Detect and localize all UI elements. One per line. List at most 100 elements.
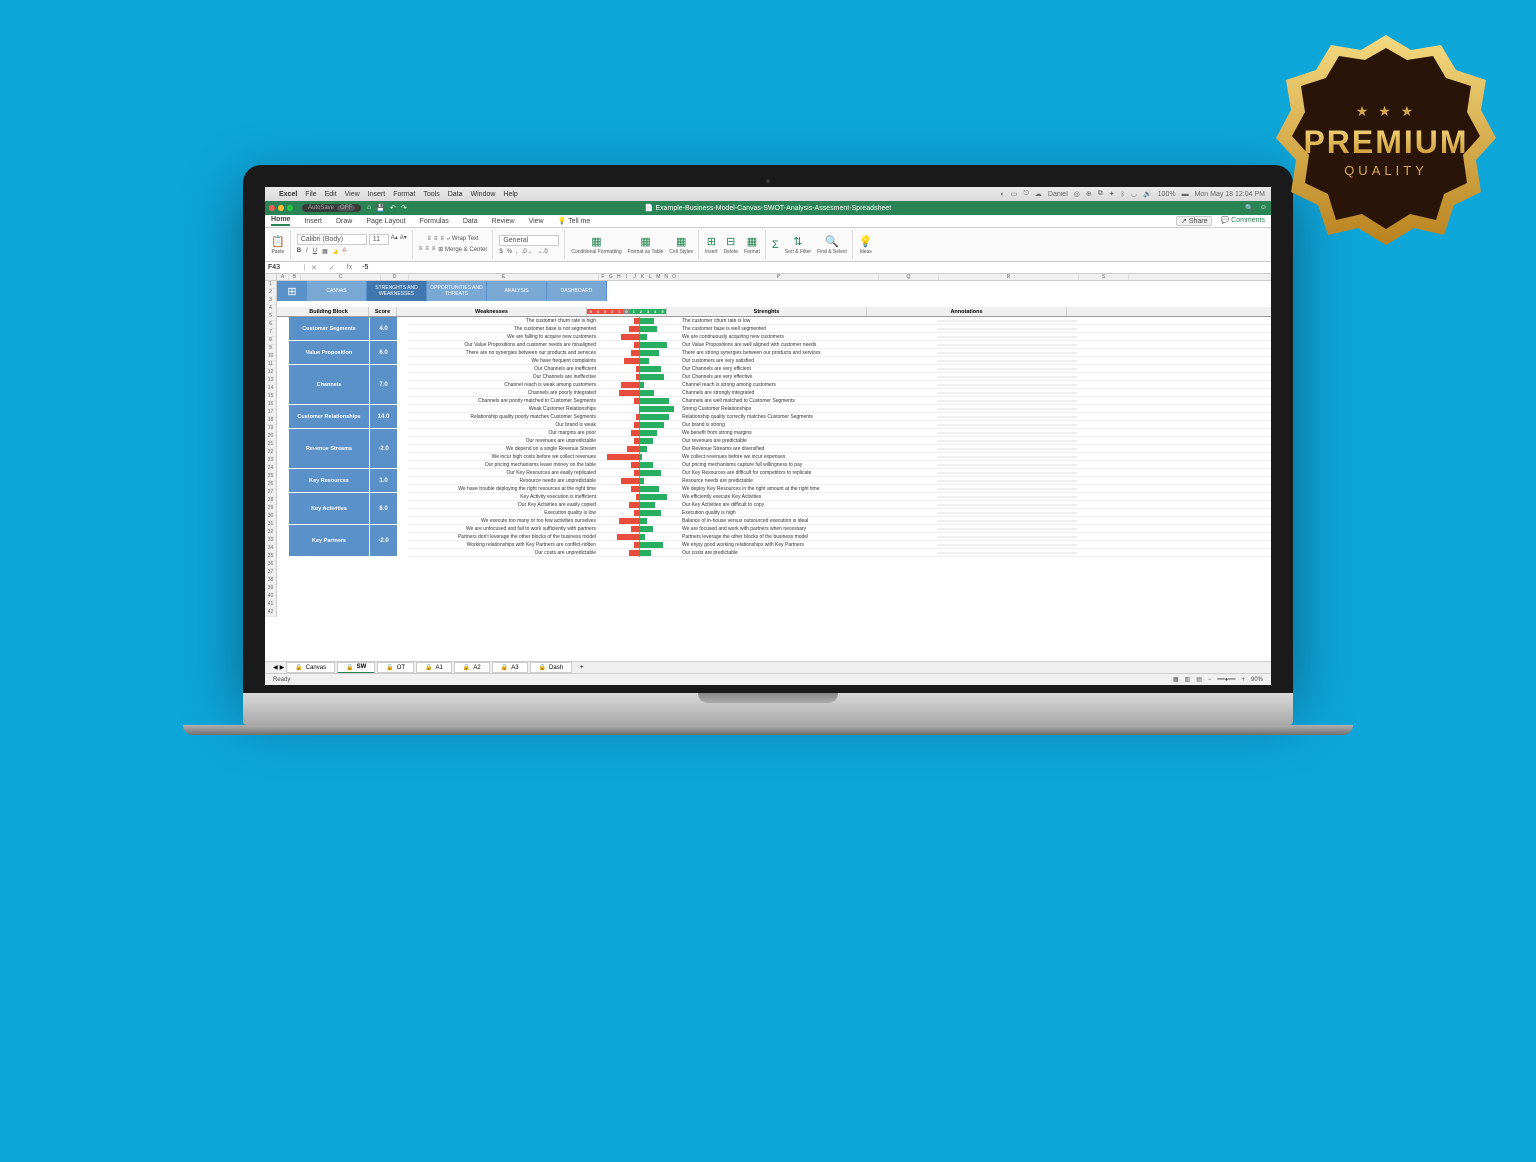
number-format[interactable]: General <box>499 235 559 246</box>
ideas-button[interactable]: 💡Ideas <box>859 235 873 255</box>
share-button[interactable]: ↗ Share <box>1176 216 1213 226</box>
search-icon[interactable]: 🔍 <box>1245 204 1254 212</box>
annotation-cell[interactable] <box>937 504 1077 506</box>
data-row[interactable]: We are falling to acquire new customersW… <box>409 333 1271 341</box>
tab-formulas[interactable]: Formulas <box>420 218 449 225</box>
col-header[interactable]: D <box>381 274 409 280</box>
annotation-cell[interactable] <box>937 528 1077 530</box>
minimize-button[interactable] <box>278 205 284 211</box>
data-row[interactable]: Our Key Activities are easily copiedOur … <box>409 501 1271 509</box>
annotation-cell[interactable] <box>937 384 1077 386</box>
prev-sheet-icon[interactable]: ◀ <box>273 664 278 671</box>
annotation-cell[interactable] <box>937 368 1077 370</box>
cond-format-button[interactable]: ▦Conditional Formatting <box>571 235 621 255</box>
col-header[interactable]: FGHIJKLMNO <box>599 274 679 280</box>
col-header[interactable]: R <box>939 274 1079 280</box>
annotation-cell[interactable] <box>937 416 1077 418</box>
sheet-tab[interactable]: 🔒 Dash <box>530 662 573 673</box>
wrap-text-button[interactable]: ⤶ Wrap Text <box>447 236 479 243</box>
data-row[interactable]: The customer churn rate is highThe custo… <box>409 317 1271 325</box>
annotation-cell[interactable] <box>937 336 1077 338</box>
align-bot-icon[interactable]: ≡ <box>440 236 444 243</box>
undo-icon[interactable]: ↶ <box>390 204 396 212</box>
user-name[interactable]: Daniel <box>1048 191 1068 198</box>
annotation-cell[interactable] <box>937 464 1077 466</box>
tab-insert[interactable]: Insert <box>304 218 322 225</box>
find-select-button[interactable]: 🔍Find & Select <box>817 235 847 255</box>
data-row[interactable]: We have trouble deploying the right reso… <box>409 485 1271 493</box>
menu-help[interactable]: Help <box>503 191 517 198</box>
menu-window[interactable]: Window <box>471 191 496 198</box>
data-row[interactable]: There are no synergies between our produ… <box>409 349 1271 357</box>
data-row[interactable]: Partners don't leverage the other blocks… <box>409 533 1271 541</box>
zoom-in-icon[interactable]: + <box>1241 677 1245 683</box>
data-row[interactable]: Relationship quality poorly matches Cust… <box>409 413 1271 421</box>
menu-view[interactable]: View <box>345 191 360 198</box>
italic-button[interactable]: I <box>306 248 308 255</box>
annotation-cell[interactable] <box>937 376 1077 378</box>
data-row[interactable]: We depend on a single Revenue StreamOur … <box>409 445 1271 453</box>
tab-data[interactable]: Data <box>463 218 478 225</box>
annotation-cell[interactable] <box>937 328 1077 330</box>
annotation-cell[interactable] <box>937 392 1077 394</box>
annotation-cell[interactable] <box>937 488 1077 490</box>
formula-input[interactable]: -5 <box>358 264 368 271</box>
annotation-cell[interactable] <box>937 552 1077 554</box>
autosave-toggle[interactable]: AutoSave OFF <box>302 204 361 212</box>
data-row[interactable]: Our pricing mechanisms leave money on th… <box>409 461 1271 469</box>
col-header[interactable]: E <box>409 274 599 280</box>
font-color-icon[interactable]: A <box>342 248 346 255</box>
data-row[interactable]: Our brand is weakOur brand is strong <box>409 421 1271 429</box>
sort-filter-button[interactable]: ⇅Sort & Filter <box>785 235 811 255</box>
autosum-button[interactable]: Σ <box>772 239 779 251</box>
sheet-tab[interactable]: 🔒 A2 <box>454 662 490 673</box>
menu-data[interactable]: Data <box>448 191 463 198</box>
cancel-icon[interactable]: ✕ <box>305 264 323 272</box>
zoom-out-icon[interactable]: − <box>1208 677 1212 683</box>
currency-icon[interactable]: $ <box>499 249 502 255</box>
decimal-inc-icon[interactable]: .0→ <box>522 249 533 255</box>
annotation-cell[interactable] <box>937 320 1077 322</box>
comments-button[interactable]: 💬 Comments <box>1220 216 1265 226</box>
data-row[interactable]: Our Key Resources are easily replicatedO… <box>409 469 1271 477</box>
insert-cells-button[interactable]: ⊞Insert <box>705 235 718 255</box>
add-sheet-button[interactable]: + <box>574 665 590 671</box>
data-row[interactable]: Key Activity execution is inefficientWe … <box>409 493 1271 501</box>
save-icon[interactable]: 💾 <box>376 204 385 212</box>
nav-analysis[interactable]: ANALYSIS <box>487 281 547 301</box>
annotation-cell[interactable] <box>937 496 1077 498</box>
redo-icon[interactable]: ↷ <box>401 204 407 212</box>
annotation-cell[interactable] <box>937 480 1077 482</box>
cell-styles-button[interactable]: ▦Cell Styles <box>669 235 693 255</box>
font-select[interactable]: Calibri (Body) <box>297 234 367 245</box>
tab-review[interactable]: Review <box>492 218 515 225</box>
data-row[interactable]: We execute too many or too few activitie… <box>409 517 1271 525</box>
decimal-dec-icon[interactable]: →.0 <box>537 249 548 255</box>
align-center-icon[interactable]: ≡ <box>425 246 429 253</box>
annotation-cell[interactable] <box>937 408 1077 410</box>
annotation-cell[interactable] <box>937 544 1077 546</box>
enter-icon[interactable]: ✓ <box>323 264 341 272</box>
col-header[interactable]: A <box>277 274 289 280</box>
tell-me[interactable]: 💡 Tell me <box>558 217 591 225</box>
view-break-icon[interactable]: ▤ <box>1196 676 1202 683</box>
underline-button[interactable]: U <box>313 248 317 255</box>
nav-canvas[interactable]: CANVAS <box>307 281 367 301</box>
font-size[interactable]: 11 <box>369 234 389 245</box>
data-row[interactable]: Our Channels are ineffectiveOur Channels… <box>409 373 1271 381</box>
bold-button[interactable]: B <box>297 248 301 255</box>
merge-button[interactable]: ⊞ Merge & Center <box>438 246 487 253</box>
sheet-tab[interactable]: 🔒 A1 <box>416 662 452 673</box>
nav-sw[interactable]: STRENGHTS AND WEAKNESSES <box>367 281 427 301</box>
annotation-cell[interactable] <box>937 456 1077 458</box>
annotation-cell[interactable] <box>937 440 1077 442</box>
data-row[interactable]: The customer base is not segmentedThe cu… <box>409 325 1271 333</box>
border-icon[interactable]: ▦ <box>322 248 328 255</box>
data-row[interactable]: Channel reach is weak among customersCha… <box>409 381 1271 389</box>
data-row[interactable]: Execution quality is lowExecution qualit… <box>409 509 1271 517</box>
data-row[interactable]: We are unfocused and fail to work suffic… <box>409 525 1271 533</box>
data-row[interactable]: Our Channels are inefficientOur Channels… <box>409 365 1271 373</box>
annotation-cell[interactable] <box>937 400 1077 402</box>
home-icon[interactable]: ⌂ <box>367 204 371 212</box>
align-left-icon[interactable]: ≡ <box>419 246 423 253</box>
